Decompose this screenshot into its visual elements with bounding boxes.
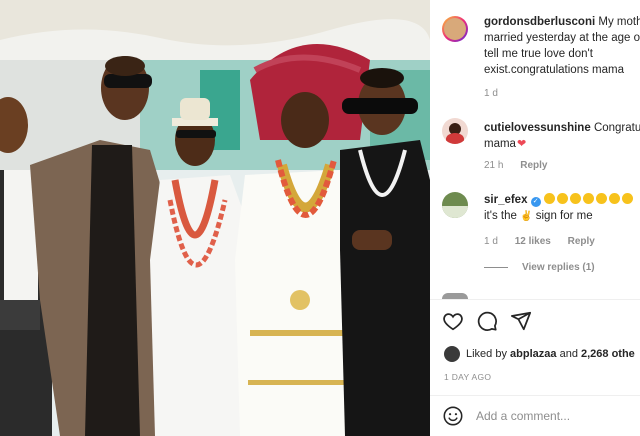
comment-time[interactable]: 21 h <box>484 160 503 171</box>
comment-item: cutielovessunshine Congratula mama❤ <box>484 120 640 152</box>
comments-pane: gordonsdberlusconi My mothe married yest… <box>430 0 640 436</box>
laughing-emoji-icon <box>621 193 633 204</box>
laughing-emoji-icon <box>582 193 594 204</box>
view-replies-button[interactable]: View replies (1) <box>484 262 595 273</box>
actions-divider <box>430 299 640 300</box>
caption-line-4: exist.congratulations mama <box>484 64 624 76</box>
victory-hand-emoji-icon: ✌ <box>520 211 533 222</box>
comment-text-prefix: it's the <box>484 210 517 222</box>
comment-text-line-1: Congratula <box>593 122 640 134</box>
comment-bubble-icon[interactable] <box>476 310 498 332</box>
red-heart-emoji-icon: ❤ <box>516 138 527 150</box>
liker-avatar[interactable] <box>444 346 460 362</box>
caption-meta: 1 d <box>484 88 512 99</box>
view-replies-label: View replies (1) <box>522 262 595 273</box>
liked-by-user[interactable]: abplazaa <box>510 348 556 360</box>
add-comment-input[interactable]: Add a comment... <box>476 409 570 423</box>
add-comment-bar: Add a comment... <box>430 396 640 436</box>
author-username[interactable]: gordonsdberlusconi <box>484 16 595 28</box>
comment-username[interactable]: cutielovessunshine <box>484 122 591 134</box>
likes-count[interactable]: 2,268 othe <box>581 348 635 360</box>
comment-meta: 21 h Reply <box>484 160 561 171</box>
liked-by-prefix: Liked by <box>466 348 507 360</box>
liked-by: Liked by abplazaa and 2,268 othe <box>444 346 635 362</box>
author-avatar[interactable] <box>442 16 468 42</box>
wedding-photo-illustration <box>0 0 430 436</box>
comment-item: sir_efex ✓ it's the ✌ sign for me <box>484 192 640 225</box>
caption-line-3: tell me true love don't <box>484 48 593 60</box>
smiley-icon[interactable] <box>442 405 464 427</box>
post-actions <box>442 310 532 332</box>
laughing-emoji-icon <box>595 193 607 204</box>
comment-likes-count[interactable]: 12 likes <box>515 236 551 247</box>
reply-button[interactable]: Reply <box>568 236 595 247</box>
post-photo <box>0 0 430 436</box>
caption-time[interactable]: 1 d <box>484 88 498 99</box>
comment-meta: 1 d 12 likes Reply <box>484 236 609 247</box>
post-caption: gordonsdberlusconi My mothe married yest… <box>484 14 640 78</box>
paper-plane-icon[interactable] <box>510 310 532 332</box>
reply-button[interactable]: Reply <box>520 160 547 171</box>
laughing-emoji-icon <box>608 193 620 204</box>
comment-username[interactable]: sir_efex <box>484 194 527 206</box>
liked-by-and: and <box>559 348 578 360</box>
verified-badge-icon: ✓ <box>530 197 541 207</box>
post-time-ago[interactable]: 1 DAY AGO <box>444 372 491 382</box>
view-replies-line <box>484 267 508 268</box>
laughing-emoji-icon <box>556 193 568 204</box>
caption-line-1: My mothe <box>598 16 640 28</box>
caption-line-2: married yesterday at the age o <box>484 32 640 44</box>
laughing-emoji-icon <box>543 193 555 204</box>
commenter-avatar[interactable] <box>442 192 468 218</box>
laughing-emoji-icon <box>569 193 581 204</box>
comment-text-line-2: mama <box>484 138 516 150</box>
comment-time[interactable]: 1 d <box>484 236 498 247</box>
commenter-avatar[interactable] <box>442 118 468 144</box>
heart-icon[interactable] <box>442 310 464 332</box>
comment-text-suffix: sign for me <box>535 210 593 222</box>
